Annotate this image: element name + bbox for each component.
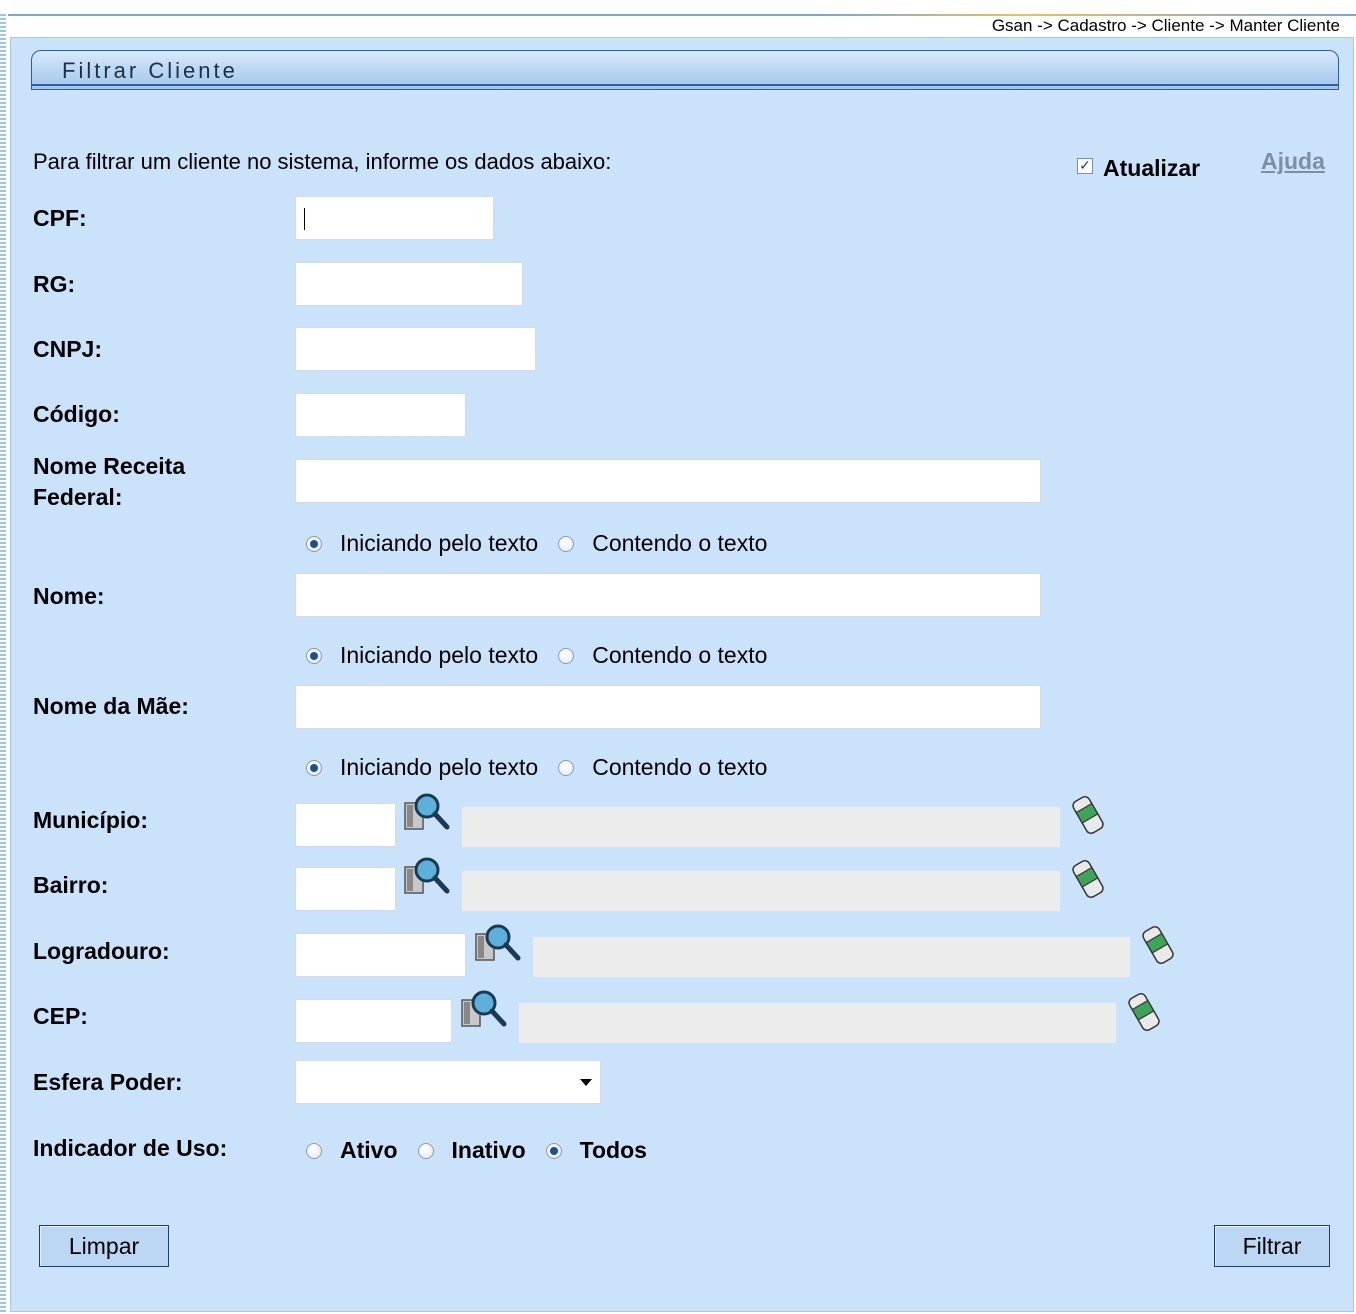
cep-code-input[interactable] (295, 999, 452, 1043)
nome-mae-label: Nome da Mãe: (33, 693, 189, 719)
contains-label: Contendo o texto (592, 642, 768, 668)
nome-receita-contains-radio[interactable] (558, 535, 575, 552)
indicador-ativo-label: Ativo (340, 1137, 398, 1163)
cpf-label: CPF: (33, 205, 87, 231)
nome-receita-match-options: Iniciando pelo texto Contendo o texto (306, 530, 787, 557)
starts-label: Iniciando pelo texto (340, 642, 539, 668)
nome-receita-label-line1: Nome Receita (33, 453, 186, 479)
indicador-ativo-radio[interactable] (306, 1142, 322, 1159)
indicador-todos-label: Todos (579, 1137, 647, 1163)
bairro-code-input[interactable] (295, 867, 396, 911)
starts-label: Iniciando pelo texto (340, 530, 539, 556)
contains-label: Contendo o texto (592, 754, 768, 780)
codigo-label: Código: (33, 401, 120, 427)
indicador-inativo-label: Inativo (451, 1137, 526, 1163)
eraser-icon[interactable] (1069, 857, 1107, 901)
logradouro-name-field (533, 937, 1130, 977)
cep-label: CEP: (33, 1003, 88, 1029)
dropdown-arrow-icon (580, 1079, 592, 1086)
esfera-poder-label: Esfera Poder: (33, 1069, 183, 1095)
codigo-input[interactable] (295, 393, 466, 437)
filter-panel: Filtrar Cliente Para filtrar um cliente … (10, 37, 1354, 1312)
help-link[interactable]: Ajuda (1261, 148, 1325, 175)
cnpj-label: CNPJ: (33, 336, 103, 362)
magnifier-lookup-icon[interactable] (458, 988, 510, 1032)
eraser-icon[interactable] (1125, 990, 1163, 1034)
municipio-code-input[interactable] (295, 803, 396, 847)
contains-label: Contendo o texto (592, 530, 768, 556)
limpar-button[interactable]: Limpar (39, 1225, 169, 1267)
magnifier-lookup-icon[interactable] (472, 922, 524, 966)
municipio-name-field (462, 807, 1060, 847)
eraser-icon[interactable] (1069, 793, 1107, 837)
cep-description-field (519, 1003, 1116, 1043)
nome-mae-match-options: Iniciando pelo texto Contendo o texto (306, 754, 787, 781)
breadcrumb: Gsan -> Cadastro -> Cliente -> Manter Cl… (991, 16, 1340, 35)
atualizar-checkbox-group[interactable]: ✓ Atualizar (1077, 149, 1200, 182)
text-cursor (304, 208, 305, 230)
rg-label: RG: (33, 271, 76, 297)
indicador-uso-options: Ativo Inativo Todos (306, 1137, 667, 1164)
rg-input[interactable] (295, 262, 523, 306)
nome-mae-contains-radio[interactable] (558, 759, 575, 776)
indicador-todos-radio[interactable] (545, 1142, 562, 1159)
nome-mae-input[interactable] (295, 685, 1041, 729)
eraser-icon[interactable] (1139, 923, 1177, 967)
filtrar-button[interactable]: Filtrar (1214, 1225, 1330, 1267)
atualizar-checkbox[interactable]: ✓ (1077, 157, 1093, 174)
nome-match-options: Iniciando pelo texto Contendo o texto (306, 642, 787, 669)
intro-text: Para filtrar um cliente no sistema, info… (33, 149, 612, 174)
panel-header: Filtrar Cliente (31, 50, 1339, 90)
logradouro-code-input[interactable] (295, 933, 466, 977)
logradouro-label: Logradouro: (33, 938, 170, 964)
nome-mae-starts-radio[interactable] (306, 759, 322, 776)
cpf-input[interactable] (295, 196, 494, 240)
nome-receita-input[interactable] (295, 459, 1041, 503)
bairro-label: Bairro: (33, 872, 109, 898)
magnifier-lookup-icon[interactable] (401, 855, 453, 899)
page-left-border (0, 14, 6, 1314)
starts-label: Iniciando pelo texto (340, 754, 539, 780)
nome-contains-radio[interactable] (558, 647, 575, 664)
cnpj-input[interactable] (295, 327, 536, 371)
magnifier-lookup-icon[interactable] (401, 791, 453, 835)
atualizar-label: Atualizar (1103, 155, 1201, 181)
bairro-name-field (462, 871, 1060, 911)
indicador-uso-label: Indicador de Uso: (33, 1135, 228, 1161)
nome-starts-radio[interactable] (306, 647, 322, 664)
nome-receita-label: Nome Receita Federal: (33, 451, 185, 513)
page-title: Filtrar Cliente (62, 58, 238, 83)
nome-input[interactable] (295, 573, 1041, 617)
municipio-label: Município: (33, 807, 148, 833)
nome-receita-label-line2: Federal: (33, 484, 123, 510)
indicador-inativo-radio[interactable] (417, 1142, 434, 1159)
nome-receita-starts-radio[interactable] (306, 535, 322, 552)
nome-label: Nome: (33, 583, 105, 609)
esfera-poder-select[interactable] (295, 1060, 601, 1104)
